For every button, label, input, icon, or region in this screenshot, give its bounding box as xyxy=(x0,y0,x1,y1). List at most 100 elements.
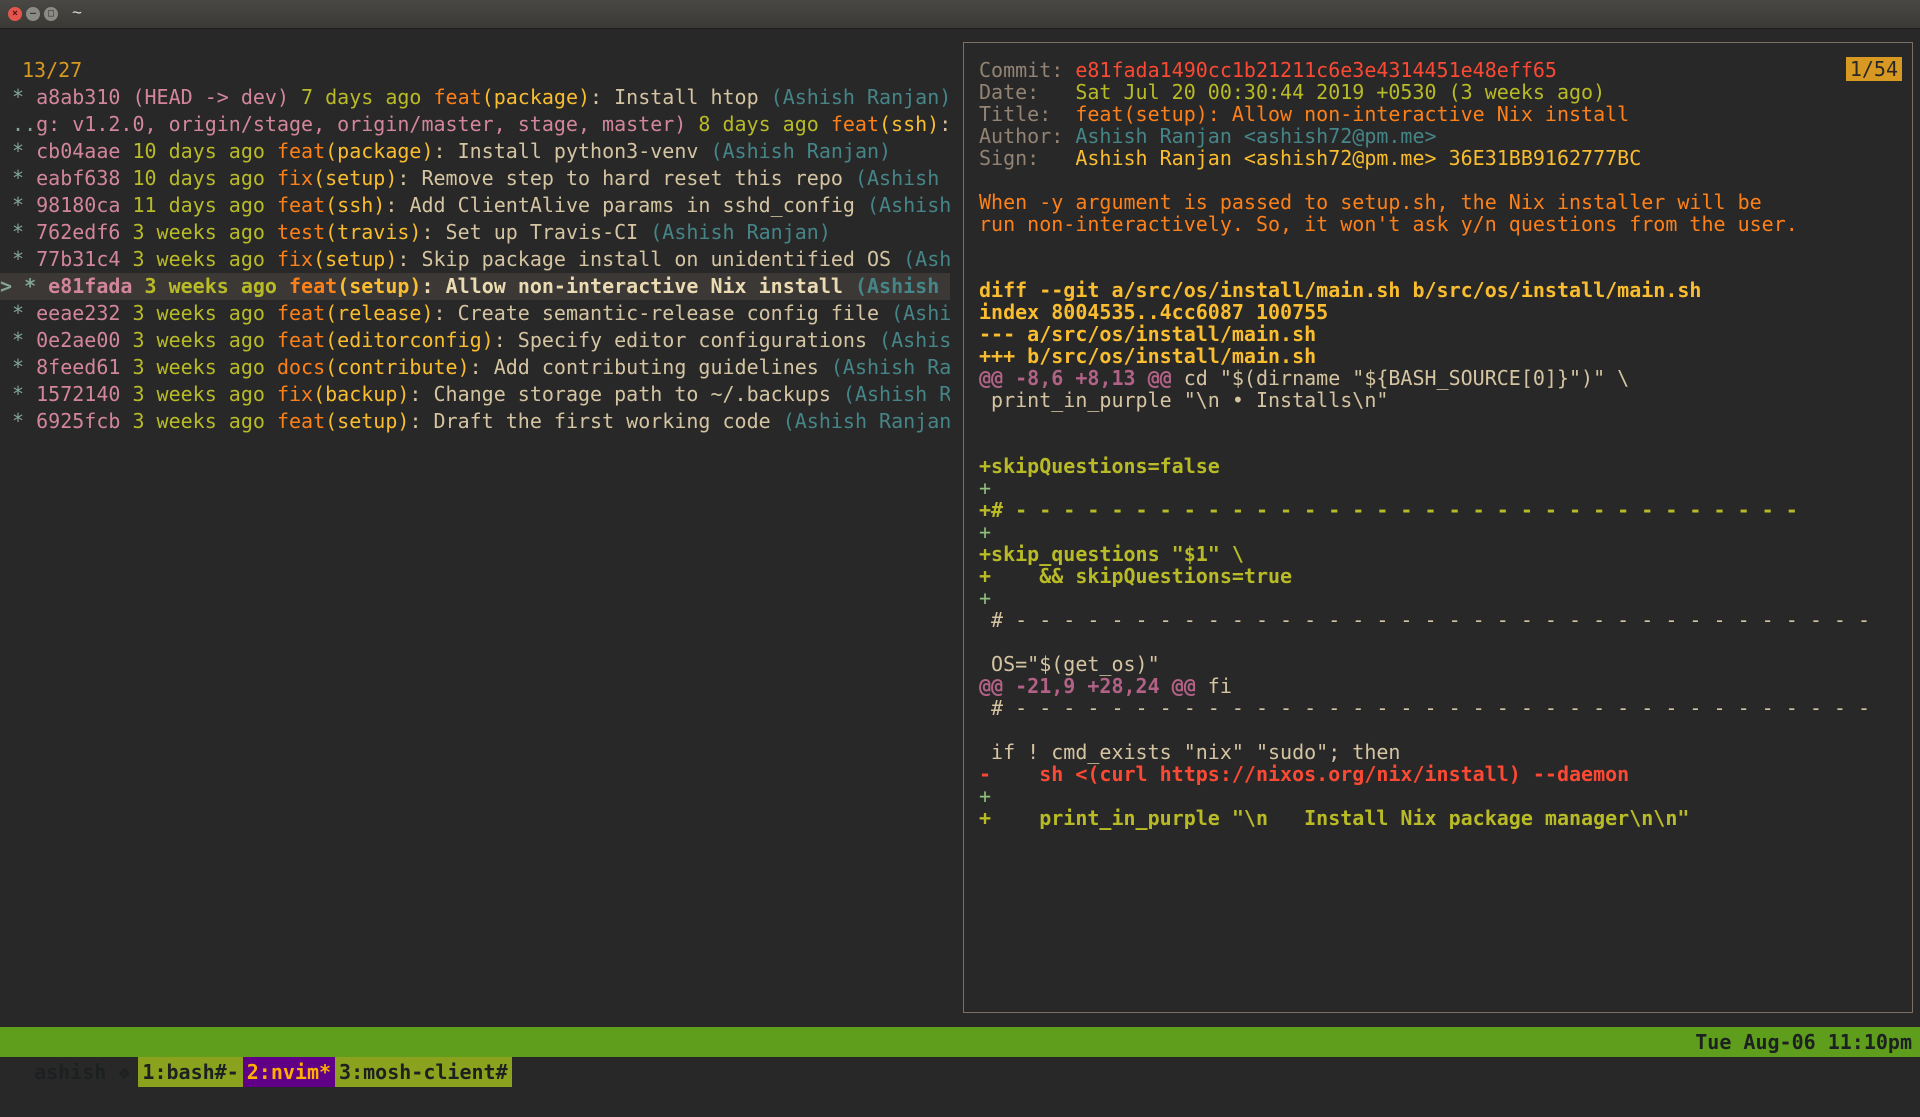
commit-scope: (setup) xyxy=(313,166,398,190)
diff-line: + && skipQuestions=true xyxy=(979,563,1292,590)
commit-scope: (release) xyxy=(325,301,434,325)
commit-scope: (travis) xyxy=(325,220,422,244)
commit-row[interactable]: ..g: v1.2.0, origin/stage, origin/master… xyxy=(0,111,950,138)
commit-type: feat xyxy=(433,85,482,109)
commit-hash: 6925fcb xyxy=(36,409,121,433)
maximize-window-icon[interactable]: □ xyxy=(44,7,58,21)
match-count: 13/27 xyxy=(22,58,83,82)
diff-line-text: + && skipQuestions=true xyxy=(979,564,1293,588)
commit-marker: * xyxy=(0,85,37,109)
commit-hash: 1572140 xyxy=(36,382,121,406)
commit-type: test xyxy=(276,220,326,244)
commit-row[interactable]: * cb04aae 10 days ago feat(package): Ins… xyxy=(0,138,950,165)
commit-message: : Install htop xyxy=(590,85,771,109)
commit-hash: 0e2ae00 xyxy=(36,328,121,352)
commit-message: : Add contributing guidelines xyxy=(469,355,831,379)
commit-scope: (package) xyxy=(325,139,434,163)
commit-type: feat xyxy=(276,193,326,217)
commit-row-selected[interactable]: > * e81fada 3 weeks ago feat(setup): All… xyxy=(0,273,950,300)
commit-author: (Ashish .. xyxy=(903,247,950,271)
commit-refs: (HEAD -> dev) xyxy=(120,85,289,109)
tmux-window-tab[interactable]: 1:bash#- xyxy=(138,1057,243,1087)
commit-type: feat xyxy=(276,139,326,163)
window-titlebar: × – □ ~ xyxy=(0,0,1920,29)
commit-age: 10 days ago xyxy=(120,139,277,163)
commit-message: : Skip package install on unidentified O… xyxy=(397,247,904,271)
diff-line: # - - - - - - - - - - - - - - - - - - - … xyxy=(979,695,1870,722)
commit-scope: (package) xyxy=(481,85,591,109)
commit-type: fix xyxy=(276,382,314,406)
commit-author: (Ashish Ranjan) xyxy=(842,382,950,406)
commit-age: 3 weeks ago xyxy=(132,274,290,298)
commit-signature: Ashish Ranjan <ashish72@pm.me> 36E31BB91… xyxy=(1075,146,1642,170)
commit-scope: (contribute) xyxy=(325,355,470,379)
commit-row[interactable]: * 6925fcb 3 weeks ago feat(setup): Draft… xyxy=(0,408,950,435)
commit-hash: eeae232 xyxy=(36,301,121,325)
tmux-clock: Tue Aug-06 11:10pm xyxy=(1695,1030,1912,1054)
commit-marker: .. xyxy=(0,112,37,136)
commit-age: 3 weeks ago xyxy=(120,301,277,325)
tmux-session-name: ashish ❖ xyxy=(34,1060,131,1084)
minimize-window-icon[interactable]: – xyxy=(26,7,40,21)
commit-type: fix xyxy=(276,247,314,271)
commit-author: (Ashish R.. xyxy=(891,301,950,325)
commit-author: (Ashish Ranjan) xyxy=(770,85,950,109)
commit-hash: e81fada xyxy=(48,274,133,298)
preview-page-indicator: 1/54 xyxy=(1845,57,1902,81)
commit-hash: 98180ca xyxy=(36,193,121,217)
commit-marker: * xyxy=(0,220,37,244)
preview-sign-line: Sign: Ashish Ranjan <ashish72@pm.me> 36E… xyxy=(979,145,1641,172)
commit-hash: 77b31c4 xyxy=(36,247,121,271)
commit-message: : Change storage path to ~/.backups xyxy=(409,382,843,406)
commit-author: (Ashish Ranjan) xyxy=(650,220,831,244)
commit-row[interactable]: * eabf638 10 days ago fix(setup): Remove… xyxy=(0,165,950,192)
commit-age: 7 days ago xyxy=(289,85,434,109)
diff-line: print_in_purple "\n • Installs\n" xyxy=(979,387,1388,414)
commit-hash: cb04aae xyxy=(36,139,121,163)
commit-scope: (editorconfig) xyxy=(325,328,494,352)
fzf-prompt[interactable]: > feat xyxy=(0,30,950,57)
commit-scope: (ssh) xyxy=(879,112,940,136)
commit-type: fix xyxy=(276,166,314,190)
preview-pane: 1/54 Commit: e81fada1490cc1b21211c6e3e43… xyxy=(963,42,1913,1013)
close-window-icon[interactable]: × xyxy=(8,7,22,21)
commit-hash: 8feed61 xyxy=(36,355,121,379)
commit-message: : Specify editor configurations xyxy=(493,328,880,352)
commit-body-line: run non-interactively. So, it won't ask … xyxy=(979,212,1798,236)
commit-author: (Ashish Ranjan) xyxy=(710,139,892,163)
commit-marker: * xyxy=(0,301,37,325)
commit-row[interactable]: * 98180ca 11 days ago feat(ssh): Add Cli… xyxy=(0,192,950,219)
commit-marker: * xyxy=(0,166,37,190)
tmux-window-list: 1:bash#- 2:nvim* 3:mosh-client# xyxy=(138,1057,512,1087)
commit-marker: > * xyxy=(0,274,49,298)
tmux-window-tab[interactable]: 3:mosh-client# xyxy=(335,1057,512,1087)
commit-age: 10 days ago xyxy=(120,166,277,190)
window-title: ~ xyxy=(72,3,82,22)
commit-age: 8 days ago xyxy=(686,112,831,136)
commit-marker: * xyxy=(0,328,37,352)
commit-scope: (ssh) xyxy=(325,193,386,217)
commit-age: 3 weeks ago xyxy=(120,247,277,271)
sign-label: Sign: xyxy=(979,146,1076,170)
commit-row[interactable]: * 8feed61 3 weeks ago docs(contribute): … xyxy=(0,354,950,381)
diff-line-text: # - - - - - - - - - - - - - - - - - - - … xyxy=(979,608,1871,632)
commit-marker: * xyxy=(0,355,37,379)
diff-line-text: - sh <(curl https://nixos.org/nix/instal… xyxy=(979,762,1630,786)
commit-row[interactable]: * 762edf6 3 weeks ago test(travis): Set … xyxy=(0,219,950,246)
commit-age: 11 days ago xyxy=(120,193,277,217)
commit-message: : Remove step to hard reset this repo xyxy=(397,166,855,190)
commit-row[interactable]: * 0e2ae00 3 weeks ago feat(editorconfig)… xyxy=(0,327,950,354)
commit-row[interactable]: * 77b31c4 3 weeks ago fix(setup): Skip p… xyxy=(0,246,950,273)
commit-age: 3 weeks ago xyxy=(120,382,277,406)
commit-type: feat xyxy=(830,112,880,136)
tmux-window-tab[interactable]: 2:nvim* xyxy=(242,1057,336,1087)
commit-row[interactable]: * a8ab310 (HEAD -> dev) 7 days ago feat(… xyxy=(0,84,950,111)
commit-hash: 762edf6 xyxy=(36,220,121,244)
diff-line: + print_in_purple "\n Install Nix packag… xyxy=(979,805,1689,832)
commit-type: feat xyxy=(276,328,326,352)
commit-row[interactable]: * 1572140 3 weeks ago fix(backup): Chang… xyxy=(0,381,950,408)
diff-line: +skipQuestions=false xyxy=(979,453,1220,480)
commit-author: (Ashish Ranjan) xyxy=(854,274,940,298)
commit-age: 3 weeks ago xyxy=(120,409,277,433)
commit-row[interactable]: * eeae232 3 weeks ago feat(release): Cre… xyxy=(0,300,950,327)
